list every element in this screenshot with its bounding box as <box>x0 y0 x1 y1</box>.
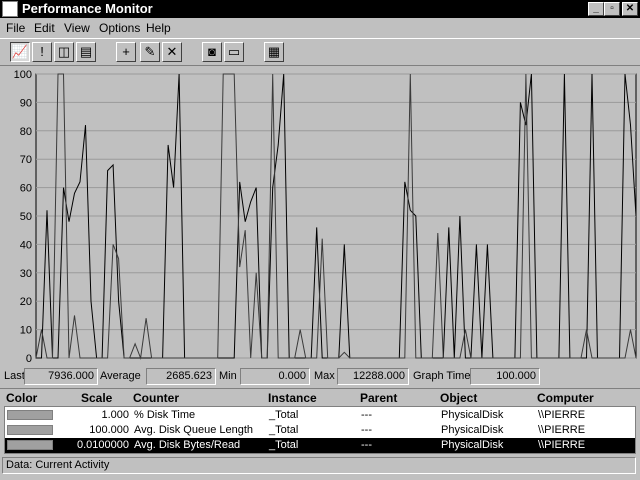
object-cell: PhysicalDisk <box>441 439 504 451</box>
max-label: Max <box>314 370 335 382</box>
edit-counter-icon[interactable]: ✎ <box>140 42 160 62</box>
instance-cell: _Total <box>269 424 299 436</box>
computer-cell: \\PIERRE <box>538 424 586 436</box>
legend-row[interactable]: 100.000 Avg. Disk Queue Length _Total --… <box>5 423 635 438</box>
counter-legend[interactable]: 1.000 % Disk Time _Total --- PhysicalDis… <box>4 406 636 454</box>
y-tick-label: 100 <box>14 69 32 81</box>
y-tick-label: 90 <box>20 97 32 109</box>
last-value: 7936.000 <box>24 368 98 385</box>
parent-cell: --- <box>361 424 372 436</box>
computer-cell: \\PIERRE <box>538 439 586 451</box>
parent-cell: --- <box>361 409 372 421</box>
header-computer: Computer <box>537 391 594 405</box>
counter-cell: % Disk Time <box>134 409 196 421</box>
legend-row-selected[interactable]: 0.0100000 Avg. Disk Bytes/Read _Total --… <box>5 438 635 453</box>
average-label: Average <box>100 370 141 382</box>
graph-time-label: Graph Time <box>413 370 471 382</box>
color-swatch <box>7 410 53 420</box>
value-bar: Last 7936.000 Average 2685.623 Min 0.000… <box>0 367 640 387</box>
status-text: Data: Current Activity <box>2 457 636 474</box>
max-value: 12288.000 <box>337 368 409 385</box>
y-tick-label: 0 <box>26 353 32 365</box>
header-scale: Scale <box>81 391 113 405</box>
graph-time-value: 100.000 <box>470 368 540 385</box>
y-tick-label: 70 <box>20 154 32 166</box>
window-title: Performance Monitor <box>22 1 153 16</box>
instance-cell: _Total <box>269 439 299 451</box>
scale-cell: 0.0100000 <box>77 439 129 451</box>
min-value: 0.000 <box>240 368 310 385</box>
y-tick-label: 30 <box>20 268 32 280</box>
parent-cell: --- <box>361 439 372 451</box>
header-counter: Counter <box>133 391 179 405</box>
header-color: Color <box>6 391 38 405</box>
restore-button[interactable]: ▫ <box>604 2 620 16</box>
color-swatch <box>7 440 53 450</box>
update-now-icon[interactable]: ◙ <box>202 42 222 62</box>
report-view-icon[interactable]: ▤ <box>76 42 96 62</box>
legend-header: Color Scale Counter Instance Parent Obje… <box>0 388 640 406</box>
toolbar: 📈 ! ◫ ▤ + ✎ ✕ ◙ ▭ ▦ <box>0 38 640 66</box>
scale-cell: 1.000 <box>101 409 129 421</box>
add-counter-icon[interactable]: + <box>116 42 136 62</box>
status-bar: Data: Current Activity <box>0 455 640 480</box>
performance-monitor-window: Performance Monitor _ ▫ ✕ File Edit View… <box>0 0 640 480</box>
scale-cell: 100.000 <box>89 424 129 436</box>
alert-view-icon[interactable]: ! <box>32 42 52 62</box>
menu-view[interactable]: View <box>64 21 90 35</box>
header-object: Object <box>440 391 478 405</box>
y-tick-label: 80 <box>20 126 32 138</box>
menu-bar: File Edit View Options Help <box>0 18 640 38</box>
menu-edit[interactable]: Edit <box>34 21 55 35</box>
y-tick-label: 20 <box>20 296 32 308</box>
instance-cell: _Total <box>269 409 299 421</box>
app-icon[interactable] <box>2 1 18 17</box>
options-icon[interactable]: ▦ <box>264 42 284 62</box>
legend-row[interactable]: 1.000 % Disk Time _Total --- PhysicalDis… <box>5 408 635 423</box>
header-instance: Instance <box>268 391 317 405</box>
average-value: 2685.623 <box>146 368 216 385</box>
chart-view-icon[interactable]: 📈 <box>10 42 30 62</box>
y-tick-label: 10 <box>20 325 32 337</box>
object-cell: PhysicalDisk <box>441 424 504 436</box>
y-tick-label: 40 <box>20 239 32 251</box>
y-tick-label: 60 <box>20 183 32 195</box>
counter-cell: Avg. Disk Bytes/Read <box>134 439 241 451</box>
menu-help[interactable]: Help <box>146 21 171 35</box>
header-parent: Parent <box>360 391 398 405</box>
menu-file[interactable]: File <box>6 21 25 35</box>
delete-counter-icon[interactable]: ✕ <box>162 42 182 62</box>
log-view-icon[interactable]: ◫ <box>54 42 74 62</box>
close-button[interactable]: ✕ <box>622 2 638 16</box>
counter-cell: Avg. Disk Queue Length <box>134 424 254 436</box>
bookmark-icon[interactable]: ▭ <box>224 42 244 62</box>
last-label: Last <box>4 370 25 382</box>
title-bar[interactable]: Performance Monitor _ ▫ ✕ <box>0 0 640 18</box>
y-tick-label: 50 <box>20 211 32 223</box>
min-label: Min <box>219 370 237 382</box>
minimize-button[interactable]: _ <box>588 2 604 16</box>
computer-cell: \\PIERRE <box>538 409 586 421</box>
color-swatch <box>7 425 53 435</box>
performance-chart: 0 10 20 30 40 50 60 70 80 90 100 <box>14 69 637 365</box>
menu-options[interactable]: Options <box>99 21 140 35</box>
object-cell: PhysicalDisk <box>441 409 504 421</box>
